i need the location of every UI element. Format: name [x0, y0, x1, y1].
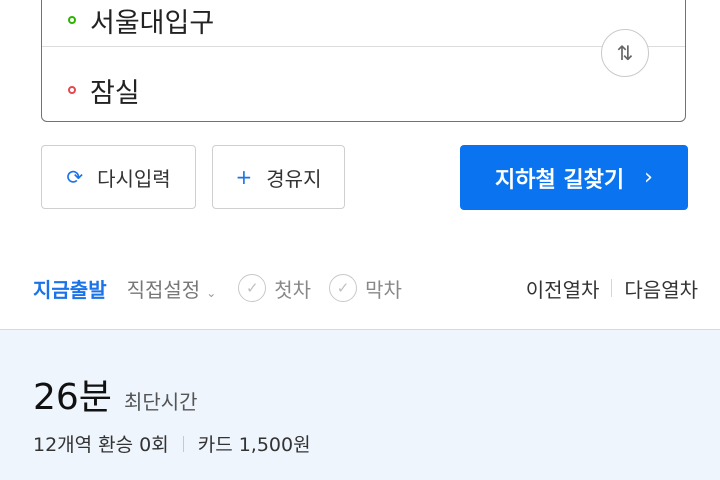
origin-marker-icon [68, 16, 76, 24]
swap-vertical-icon: ⇅ [616, 41, 634, 65]
last-train-check[interactable]: ✓ 막차 [329, 274, 402, 303]
search-label: 지하철 길찾기 [495, 167, 625, 193]
route-result[interactable]: 26분 최단시간 12개역 환승 0회 카드 1,500원 [0, 329, 720, 480]
plus-icon: + [235, 165, 253, 189]
route-divider [42, 46, 685, 47]
train-navigation: 이전열차 다음열차 [526, 274, 698, 303]
waypoint-label: 경유지 [266, 166, 322, 191]
destination-field[interactable]: 잠실 [42, 57, 685, 123]
destination-marker-icon [68, 86, 76, 94]
duration-value: 26분 [33, 377, 112, 418]
refresh-icon: ⟳ [66, 165, 84, 189]
fare-type: 카드 [197, 434, 233, 456]
next-train-button[interactable]: 다음열차 [624, 274, 698, 303]
first-train-label: 첫차 [274, 277, 312, 302]
last-train-label: 막차 [365, 277, 402, 302]
destination-station: 잠실 [90, 77, 140, 109]
reset-label: 다시입력 [97, 166, 171, 191]
first-train-check[interactable]: ✓ 첫차 [238, 274, 311, 303]
duration-label: 최단시간 [123, 390, 198, 414]
departure-options: 지금출발 직접설정 ⌄ ✓ 첫차 ✓ 막차 이전열차 다음열차 [33, 270, 698, 306]
check-icon: ✓ [329, 274, 358, 302]
reset-button[interactable]: ⟳ 다시입력 [41, 145, 196, 209]
prev-train-button[interactable]: 이전열차 [526, 274, 600, 303]
divider [611, 279, 613, 297]
chevron-right-icon: › [644, 165, 653, 190]
duration-line: 26분 최단시간 [33, 368, 198, 420]
origin-station: 서울대입구 [90, 7, 215, 39]
divider [182, 435, 184, 452]
route-input-box: 서울대입구 잠실 ⇅ [41, 0, 686, 122]
check-icon: ✓ [238, 274, 267, 302]
fare-value: 1,500원 [238, 434, 311, 456]
route-info: 12개역 환승 0회 카드 1,500원 [33, 430, 311, 457]
subway-search-button[interactable]: 지하철 길찾기 › [460, 145, 688, 210]
add-waypoint-button[interactable]: + 경유지 [212, 145, 345, 209]
chevron-down-icon: ⌄ [206, 285, 217, 300]
custom-time-dropdown[interactable]: 직접설정 ⌄ [127, 274, 217, 303]
swap-button[interactable]: ⇅ [601, 29, 649, 77]
depart-now-option[interactable]: 지금출발 [33, 274, 107, 303]
custom-time-label: 직접설정 [126, 277, 201, 302]
stations-transfers: 12개역 환승 0회 [33, 434, 169, 456]
